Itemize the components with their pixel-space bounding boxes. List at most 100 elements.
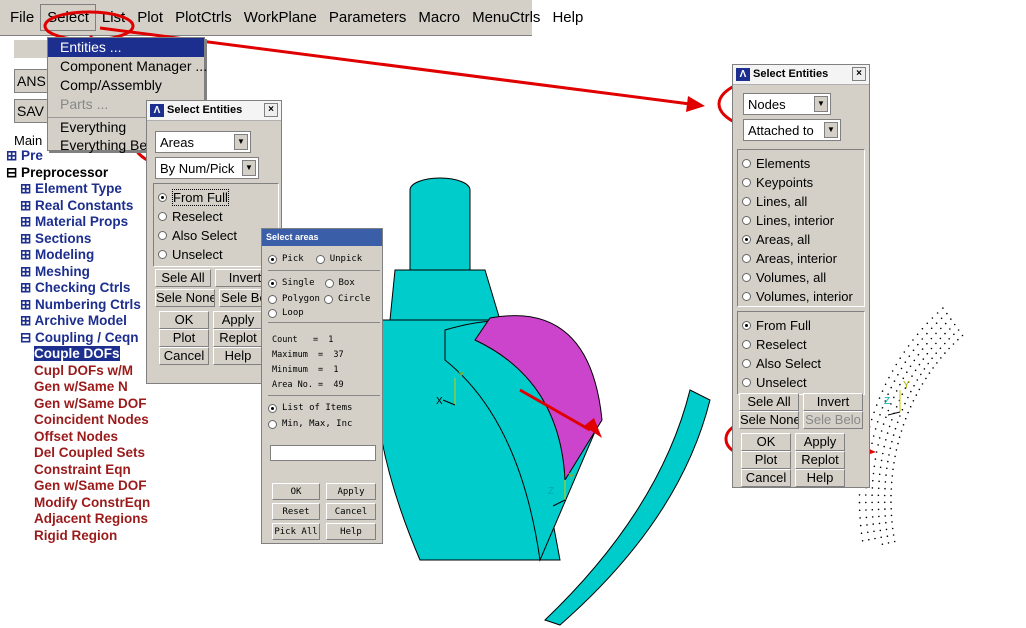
tree-item[interactable]: Modify ConstrEqn	[0, 495, 178, 512]
radio-box[interactable]: Box	[324, 275, 355, 291]
plot-button[interactable]: Plot	[159, 329, 209, 347]
plot-button[interactable]: Plot	[741, 451, 791, 469]
tree-item[interactable]: Offset Nodes	[0, 429, 178, 446]
menu-plot[interactable]: Plot	[131, 5, 169, 30]
node-point	[890, 488, 893, 490]
pick-input-field[interactable]	[270, 445, 376, 461]
node-point	[877, 494, 880, 497]
node-point	[890, 501, 892, 504]
apply-button[interactable]: Apply	[795, 433, 845, 451]
menu-item-component-manager[interactable]: Component Manager ...	[48, 57, 207, 76]
node-point	[904, 361, 907, 364]
ok-button[interactable]: OK	[159, 311, 209, 329]
radio-loop[interactable]: Loop	[268, 307, 380, 319]
tree-item[interactable]: Del Constr Eqn	[0, 544, 178, 546]
radio-also-select[interactable]: Also Select	[158, 226, 274, 245]
close-icon[interactable]: ×	[264, 103, 278, 117]
sele-all-button[interactable]: Sele All	[155, 269, 211, 287]
radio-from-full[interactable]: From Full	[158, 188, 274, 207]
menu-macro[interactable]: Macro	[412, 5, 466, 30]
picker-cancel-button[interactable]: Cancel	[326, 503, 376, 520]
radio-polygon[interactable]: Polygon	[268, 291, 320, 307]
radio-unselect[interactable]: Unselect	[742, 373, 860, 392]
invert-button[interactable]: Invert	[803, 393, 863, 411]
radio-also-select[interactable]: Also Select	[742, 354, 860, 373]
cancel-button[interactable]: Cancel	[159, 347, 209, 365]
menu-plotctrls[interactable]: PlotCtrls	[169, 5, 238, 30]
menu-item-comp-assembly[interactable]: Comp/Assembly	[48, 76, 204, 95]
tree-item[interactable]: Rigid Region	[0, 528, 178, 545]
node-point	[887, 409, 890, 412]
radio-reselect[interactable]: Reselect	[158, 207, 274, 226]
method-dropdown[interactable]: Attached to ▼	[743, 119, 841, 141]
radio-label: Also Select	[172, 228, 238, 243]
tree-item[interactable]: Constraint Eqn	[0, 462, 178, 479]
radio-attach-option[interactable]: Areas, all	[742, 230, 860, 249]
tree-item[interactable]: Gen w/Same DOF	[0, 396, 178, 413]
radio-unselect[interactable]: Unselect	[158, 245, 274, 264]
radio-from-full[interactable]: From Full	[742, 316, 860, 335]
radio-list-items[interactable]: List of Items	[268, 400, 380, 416]
node-point	[858, 509, 861, 512]
radio-attach-option[interactable]: Areas, interior	[742, 249, 860, 268]
menu-workplane[interactable]: WorkPlane	[238, 5, 323, 30]
radio-attach-option[interactable]: Volumes, all	[742, 268, 860, 287]
radio-attach-option[interactable]: Volumes, interior	[742, 287, 860, 306]
tree-item[interactable]: Coincident Nodes	[0, 412, 178, 429]
radio-attach-option[interactable]: Elements	[742, 154, 860, 173]
method-dropdown[interactable]: By Num/Pick ▼	[155, 157, 259, 179]
sele-none-button[interactable]: Sele None	[155, 289, 215, 307]
node-point	[922, 358, 925, 360]
menu-help[interactable]: Help	[546, 5, 589, 30]
radio-label: Unselect	[172, 247, 223, 262]
sele-all-button[interactable]: Sele All	[739, 393, 799, 411]
node-point	[890, 514, 893, 517]
node-point	[901, 408, 904, 411]
tree-item[interactable]: Del Coupled Sets	[0, 445, 178, 462]
entity-dropdown[interactable]: Nodes ▼	[743, 93, 831, 115]
radio-single[interactable]: Single	[268, 275, 315, 291]
menu-file[interactable]: File	[4, 5, 40, 30]
menu-parameters[interactable]: Parameters	[323, 5, 413, 30]
radio-attach-option[interactable]: Lines, all	[742, 192, 860, 211]
radio-attach-option[interactable]: Keypoints	[742, 173, 860, 192]
menu-item-entities[interactable]: Entities ...	[48, 38, 204, 57]
node-point	[946, 312, 948, 315]
radio-off-icon	[158, 212, 167, 221]
radio-pick[interactable]: Pick	[268, 251, 304, 267]
radio-reselect[interactable]: Reselect	[742, 335, 860, 354]
save-toolbar-button[interactable]: SAV	[14, 99, 48, 123]
replot-button[interactable]: Replot	[795, 451, 845, 469]
radio-attach-option[interactable]: Lines, interior	[742, 211, 860, 230]
picker-reset-button[interactable]: Reset	[272, 503, 320, 520]
close-icon[interactable]: ×	[852, 67, 866, 81]
radio-label: Areas, all	[756, 232, 811, 247]
radio-min-max[interactable]: Min, Max, Inc	[268, 416, 380, 432]
sele-none-button[interactable]: Sele None	[739, 411, 799, 429]
ok-button[interactable]: OK	[741, 433, 791, 451]
tree-item[interactable]: Adjacent Regions	[0, 511, 178, 528]
apply-button[interactable]: Apply	[213, 311, 263, 329]
picker-pick-all-button[interactable]: Pick All	[272, 523, 320, 540]
menu-select[interactable]: Select	[40, 4, 96, 31]
picker-ok-button[interactable]: OK	[272, 483, 320, 500]
menu-list[interactable]: List	[96, 5, 131, 30]
menu-menuctrls[interactable]: MenuCtrls	[466, 5, 546, 30]
radio-unpick[interactable]: Unpick	[315, 251, 362, 267]
cancel-button[interactable]: Cancel	[741, 469, 791, 487]
node-point	[883, 501, 886, 504]
ansys-toolbar-button[interactable]: ANS	[14, 69, 48, 93]
main-menu-tab[interactable]: Main	[14, 133, 42, 148]
picker-apply-button[interactable]: Apply	[326, 483, 376, 500]
tree-item[interactable]: Gen w/Same DOF	[0, 478, 178, 495]
picker-help-button[interactable]: Help	[326, 523, 376, 540]
dialog-title-bar: Λ Select Entities ×	[147, 101, 281, 121]
help-button[interactable]: Help	[213, 347, 263, 365]
radio-icon	[742, 178, 751, 187]
help-button[interactable]: Help	[795, 469, 845, 487]
radio-circle[interactable]: Circle	[323, 291, 370, 307]
node-point	[898, 436, 901, 439]
replot-button[interactable]: Replot	[213, 329, 263, 347]
picker-title: Select areas	[262, 229, 382, 246]
entity-dropdown[interactable]: Areas ▼	[155, 131, 251, 153]
